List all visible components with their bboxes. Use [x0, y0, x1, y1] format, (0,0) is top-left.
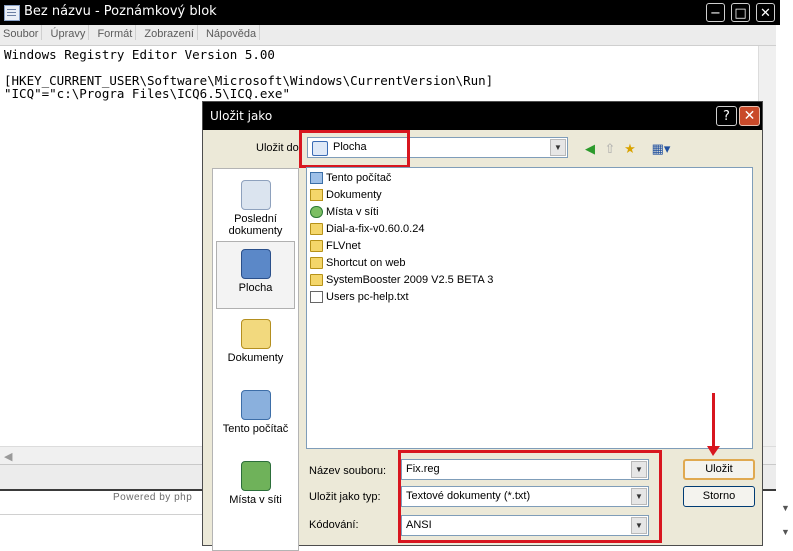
close-button[interactable]: ✕: [756, 3, 775, 22]
desktop-icon: [240, 249, 271, 279]
editor-line: "ICQ"="c:\Progra Files\ICQ6.5\ICQ.exe": [4, 86, 290, 101]
network-icon: [310, 206, 323, 218]
maximize-button[interactable]: □: [731, 3, 750, 22]
scroll-down-icon[interactable]: ▼: [781, 503, 790, 513]
recent-documents-icon: [240, 180, 271, 210]
scroll-down-icon[interactable]: ▼: [781, 527, 790, 537]
file-name: Tento počítač: [326, 172, 392, 184]
back-icon[interactable]: ◀: [581, 140, 599, 157]
folder-icon: [310, 223, 323, 235]
network-icon: [240, 461, 271, 491]
place-label: Tento počítač: [222, 423, 289, 435]
place-label: Plocha: [238, 282, 273, 294]
dialog-title: Uložit jako: [210, 109, 273, 123]
menu-file[interactable]: Soubor: [0, 25, 43, 40]
views-menu-icon[interactable]: ▦▾: [649, 140, 673, 157]
place-label: Poslední dokumenty: [228, 213, 283, 237]
save-as-dialog: Uložit jako ? ✕ Uložit do Plocha ▼ ◀ ⇧ ★…: [202, 101, 763, 551]
file-name: Dial-a-fix-v0.60.0.24: [326, 223, 425, 235]
minimize-button[interactable]: −: [706, 3, 725, 22]
place-recent-documents[interactable]: Poslední dokumenty: [216, 173, 295, 239]
new-folder-icon[interactable]: ★: [621, 140, 639, 157]
text-file-icon: [310, 291, 323, 303]
filename-label: Název souboru:: [309, 465, 387, 477]
save-button[interactable]: Uložit: [683, 459, 755, 480]
places-bar: Poslední dokumenty Plocha Dokumenty Tent…: [212, 168, 299, 551]
powered-by-text: Powered by php: [113, 492, 193, 503]
file-name: Dokumenty: [326, 189, 382, 201]
divider: [0, 514, 210, 515]
highlight-box: [398, 450, 662, 543]
place-desktop[interactable]: Plocha: [216, 241, 295, 309]
place-my-computer[interactable]: Tento počítač: [216, 383, 295, 449]
file-list[interactable]: Tento počítač Dokumenty Místa v síti Dia…: [306, 167, 753, 449]
cancel-button[interactable]: Storno: [683, 486, 755, 507]
file-name: Shortcut on web: [326, 257, 406, 269]
folder-icon: [310, 257, 323, 269]
menu-edit[interactable]: Úpravy: [48, 25, 90, 40]
menu-format[interactable]: Formát: [94, 25, 137, 40]
save-in-label: Uložit do: [256, 142, 299, 154]
notepad-titlebar[interactable]: Bez názvu - Poznámkový blok − □ ✕: [0, 0, 780, 25]
menu-help[interactable]: Nápověda: [203, 25, 261, 40]
documents-folder-icon: [240, 319, 271, 349]
file-name: FLVnet: [326, 240, 361, 252]
folder-icon: [310, 274, 323, 286]
chevron-down-icon[interactable]: ▼: [550, 139, 566, 156]
scroll-left-icon[interactable]: ◀: [4, 450, 12, 463]
folder-icon: [310, 240, 323, 252]
place-network[interactable]: Místa v síti: [216, 454, 295, 520]
file-name: Users pc-help.txt: [326, 291, 409, 303]
notepad-icon: [4, 5, 20, 21]
dialog-titlebar[interactable]: Uložit jako ? ✕: [203, 102, 762, 130]
page-scrollbar[interactable]: ▼ ▼: [776, 25, 793, 541]
highlight-box: [299, 130, 410, 168]
encoding-label: Kódování:: [309, 519, 359, 531]
up-folder-icon[interactable]: ⇧: [601, 140, 619, 157]
dialog-close-button[interactable]: ✕: [739, 106, 760, 126]
documents-folder-icon: [310, 189, 323, 201]
file-name: SystemBooster 2009 V2.5 BETA 3: [326, 274, 494, 286]
place-label: Dokumenty: [227, 352, 284, 364]
editor-line: Windows Registry Editor Version 5.00: [4, 47, 275, 62]
place-my-documents[interactable]: Dokumenty: [216, 312, 295, 378]
arrow-annotation: [707, 393, 720, 456]
computer-icon: [240, 390, 271, 420]
file-name: Místa v síti: [326, 206, 379, 218]
menu-view[interactable]: Zobrazení: [141, 25, 198, 40]
menu-bar: Soubor Úpravy Formát Zobrazení Nápověda: [0, 25, 780, 46]
computer-icon: [310, 172, 323, 184]
place-label: Místa v síti: [229, 494, 282, 506]
filetype-label: Uložit jako typ:: [309, 491, 381, 503]
help-button[interactable]: ?: [716, 106, 737, 126]
notepad-title: Bez názvu - Poznámkový blok: [24, 4, 217, 19]
